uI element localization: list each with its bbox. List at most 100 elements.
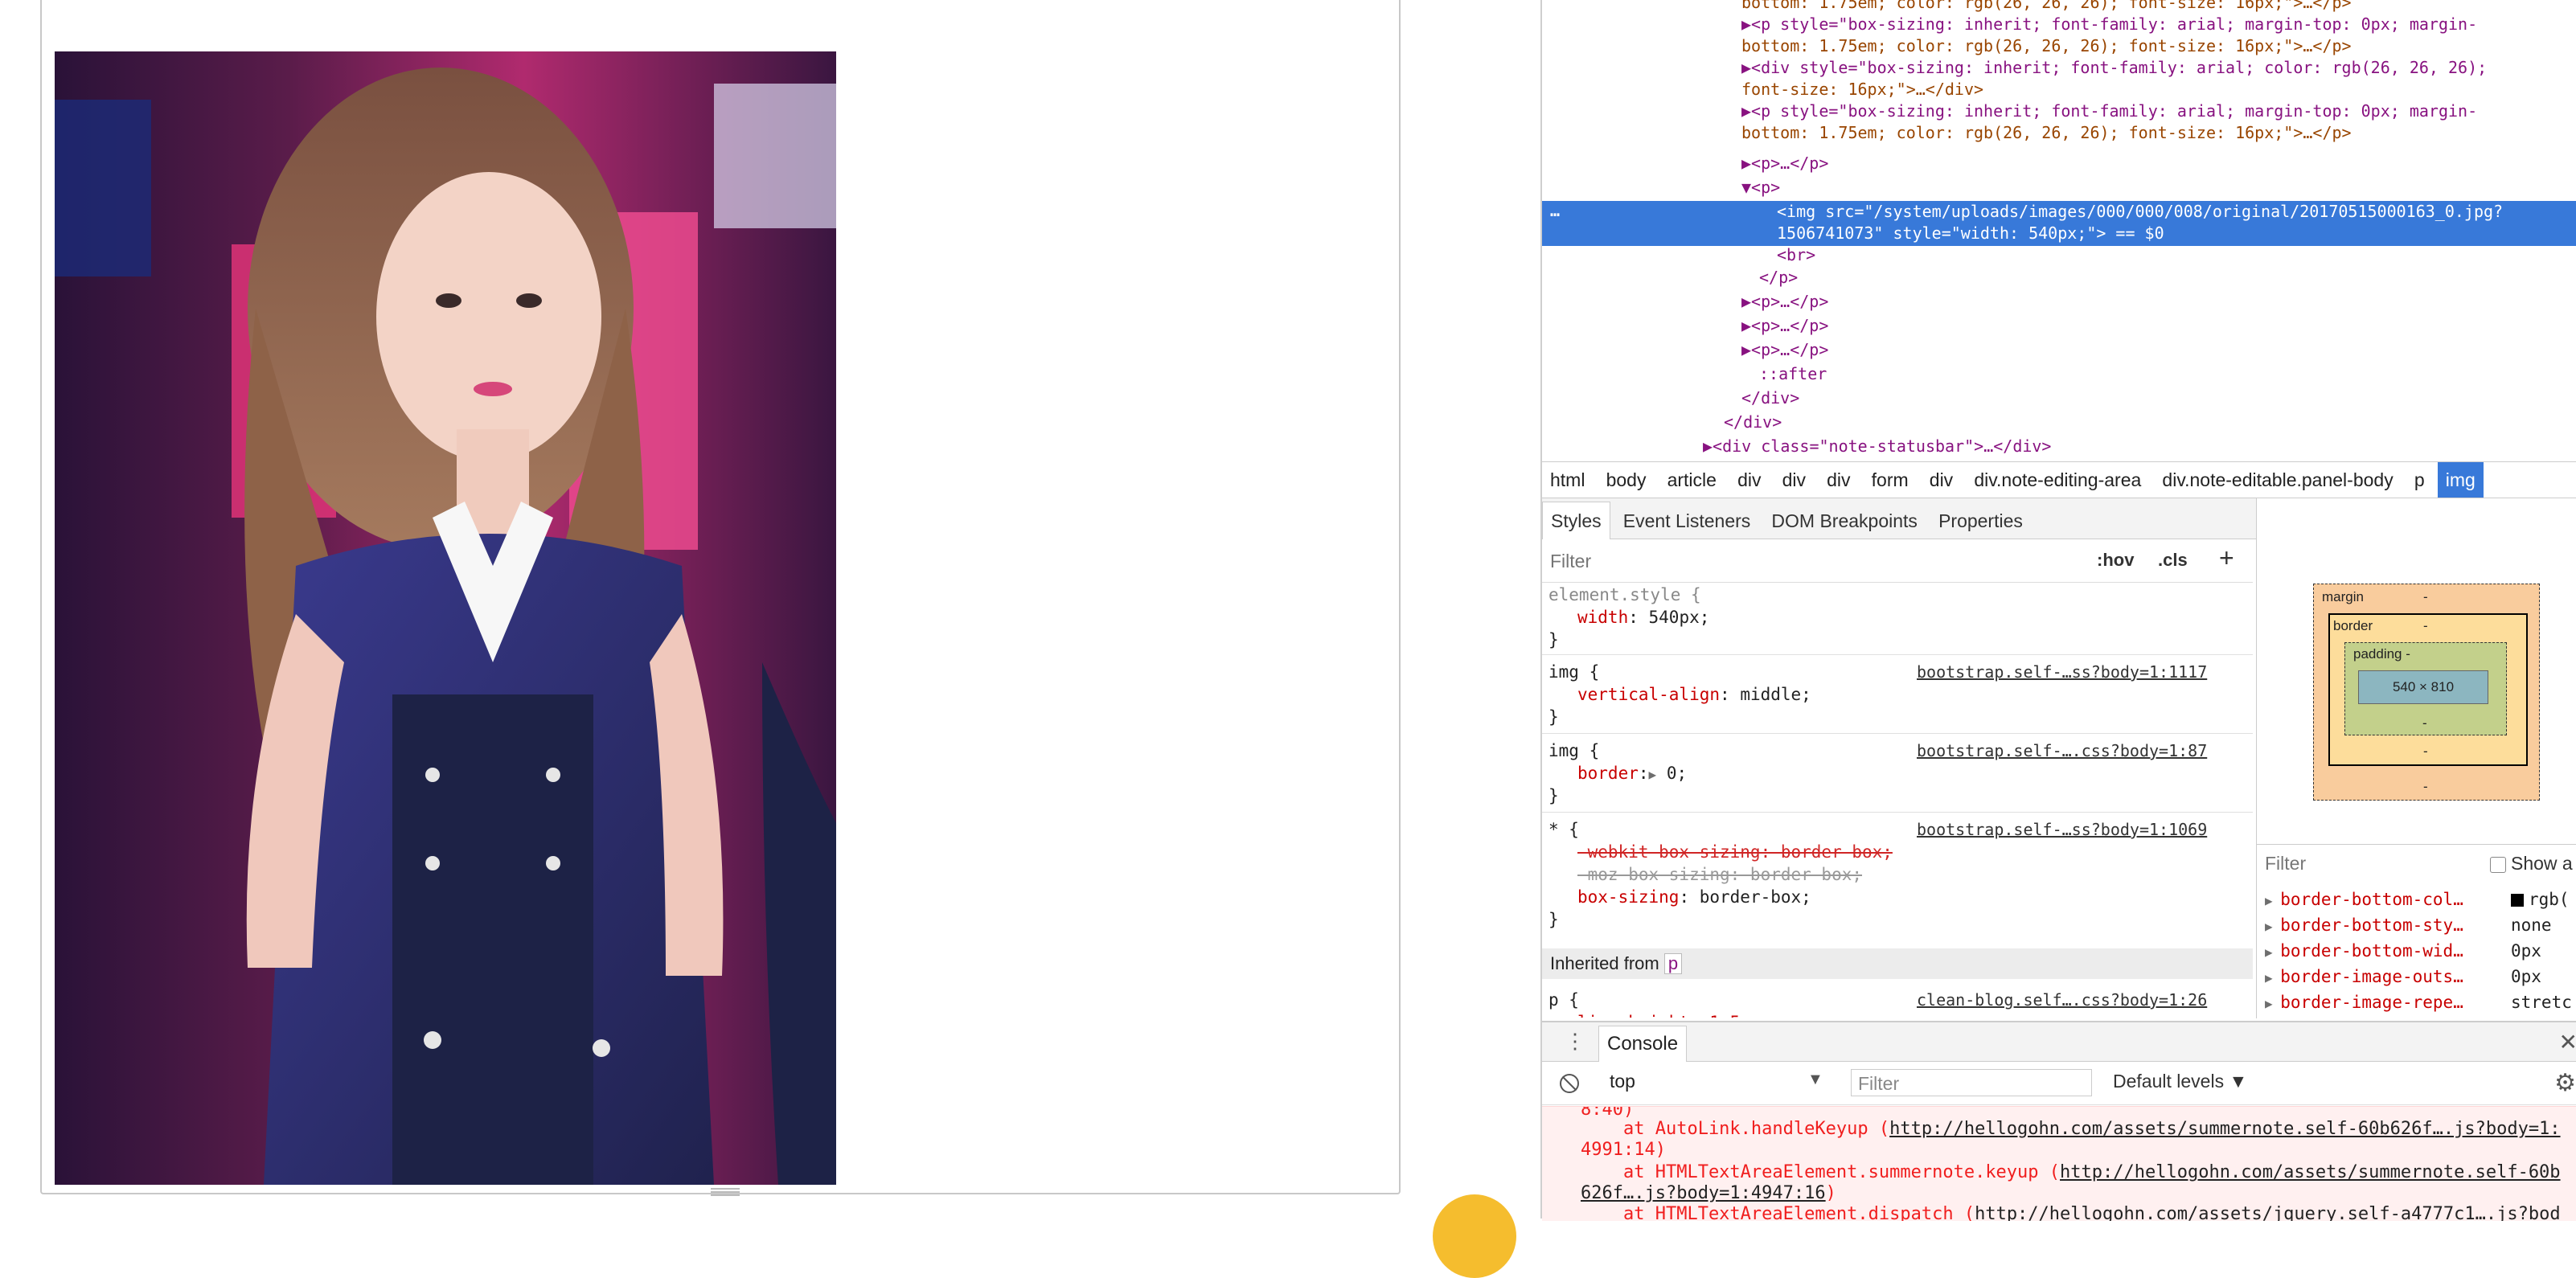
dom-node-line[interactable]: bottom: 1.75em; color: rgb(26, 26, 26); … xyxy=(1741,35,2352,57)
gear-icon[interactable]: ⚙ xyxy=(2554,1069,2576,1097)
box-model-margin[interactable]: margin - - border - - padding - - 540 × … xyxy=(2313,584,2540,801)
inherited-element-link[interactable]: p xyxy=(1663,953,1683,974)
breadcrumb-item[interactable]: div xyxy=(1922,462,1961,498)
dom-node-line[interactable]: ▶<p>…</p> xyxy=(1741,153,1828,174)
tab-console[interactable]: Console xyxy=(1598,1026,1688,1062)
dom-node-selected-img-cont[interactable]: 1506741073" style="width: 540px;"> == $0 xyxy=(1777,223,2164,244)
clear-console-icon[interactable] xyxy=(1560,1074,1579,1093)
close-icon[interactable]: ✕ xyxy=(2559,1029,2576,1055)
class-toggle[interactable]: .cls xyxy=(2158,550,2188,571)
floating-action-badge[interactable] xyxy=(1433,1194,1516,1278)
breadcrumb-item[interactable]: p xyxy=(2406,462,2433,498)
computed-property[interactable]: ▶ border-image-outs… 0px xyxy=(2265,967,2541,986)
dom-node-line[interactable]: ▶<p>…</p> xyxy=(1741,291,1828,313)
drawer-menu-icon[interactable]: ⋮ xyxy=(1565,1029,1585,1054)
rule-declaration[interactable]: box-sizing: border-box; xyxy=(1577,886,1811,908)
computed-property[interactable]: ▶ border-bottom-sty… none xyxy=(2265,915,2552,935)
computed-property[interactable]: ▶ border-bottom-wid… 0px xyxy=(2265,941,2541,961)
dom-node-selected-img[interactable]: <img src="/system/uploads/images/000/000… xyxy=(1777,201,2503,223)
tab-styles[interactable]: Styles xyxy=(1542,502,1610,539)
dom-node-line[interactable]: bottom: 1.75em; color: rgb(26, 26, 26); … xyxy=(1741,122,2352,144)
box-model-padding[interactable]: padding - - 540 × 810 xyxy=(2344,642,2507,735)
console-error-line: 4991:14) xyxy=(1581,1140,1666,1160)
breadcrumb-item[interactable]: div xyxy=(1774,462,1814,498)
dom-node-line[interactable]: </div> xyxy=(1724,412,1782,433)
hover-state-toggle[interactable]: :hov xyxy=(2097,550,2134,571)
rule-declaration[interactable]: line-height: 1.5; xyxy=(1577,1011,1750,1018)
rule-selector[interactable]: img { xyxy=(1548,661,1599,683)
editor-resize-grip[interactable] xyxy=(711,1186,740,1196)
rule-selector[interactable]: p { xyxy=(1548,989,1579,1011)
node-actions-ellipsis[interactable]: … xyxy=(1550,201,1560,220)
rule-declaration[interactable]: width: 540px; xyxy=(1577,606,1709,629)
box-model-content[interactable]: 540 × 810 xyxy=(2358,670,2488,704)
breadcrumb-item[interactable]: div.note-editable.panel-body xyxy=(2154,462,2401,498)
console-toolbar: top ▼ Filter Default levels ▼ ⚙ xyxy=(1542,1063,2576,1105)
computed-property[interactable]: ▶ border-bottom-col… rgb( xyxy=(2265,890,2570,909)
breadcrumb-item[interactable]: div xyxy=(1819,462,1858,498)
console-drawer: ⋮ Console ✕ top ▼ Filter Default levels … xyxy=(1542,1021,2576,1221)
rule-declaration-invalid[interactable]: -moz-box-sizing: border-box; xyxy=(1577,863,1862,886)
computed-filter-input[interactable]: Filter xyxy=(2265,853,2306,875)
elements-dom-tree[interactable]: … bottom: 1.75em; color: rgb(26, 26, 26)… xyxy=(1542,0,2576,460)
breadcrumb-item[interactable]: form xyxy=(1864,462,1917,498)
dom-node-line[interactable]: ▶<div class="note-statusbar">…</div> xyxy=(1703,436,2051,457)
embedded-photo[interactable] xyxy=(55,51,836,1185)
tab-event-listeners[interactable]: Event Listeners xyxy=(1615,501,1759,541)
checkbox-icon[interactable] xyxy=(2490,856,2506,873)
rule-selector[interactable]: * { xyxy=(1548,818,1579,841)
dom-node-line[interactable]: ▼<p> xyxy=(1741,177,1780,199)
new-style-rule-button[interactable]: + xyxy=(2219,543,2234,573)
dom-node-line[interactable]: font-size: 16px;">…</div> xyxy=(1741,79,1983,100)
dom-node-line[interactable]: </div> xyxy=(1741,387,1799,409)
rule-declaration[interactable]: border:▶ 0; xyxy=(1577,762,1687,786)
dom-node-line[interactable]: bottom: 1.75em; color: rgb(26, 26, 26); … xyxy=(1741,0,2352,14)
rule-declaration[interactable]: vertical-align: middle; xyxy=(1577,683,1811,706)
rule-declaration-overridden[interactable]: -webkit-box-sizing: border-box; xyxy=(1577,841,1893,863)
dom-node-line[interactable]: ▶<p>…</p> xyxy=(1741,339,1828,361)
dom-node-pseudo[interactable]: ::after xyxy=(1759,363,1827,385)
stack-link[interactable]: http://hellogohn.com/assets/summernote.s… xyxy=(1889,1119,2560,1139)
context-selector[interactable]: top xyxy=(1610,1071,1754,1096)
log-levels-dropdown[interactable]: Default levels ▼ xyxy=(2113,1071,2247,1092)
dom-node-line[interactable]: ▶<p>…</p> xyxy=(1741,315,1828,337)
inherited-from-header: Inherited from p xyxy=(1542,948,2253,979)
breadcrumb-item[interactable]: div xyxy=(1729,462,1769,498)
breadcrumb-item[interactable]: html xyxy=(1542,462,1593,498)
sidebar-tabs: Styles Event Listeners DOM Breakpoints P… xyxy=(1542,498,2256,539)
chevron-down-icon[interactable]: ▼ xyxy=(1807,1071,1823,1089)
breadcrumb-item[interactable]: body xyxy=(1598,462,1655,498)
dom-node-line[interactable]: ▶<p style="box-sizing: inherit; font-fam… xyxy=(1741,100,2477,122)
styles-filter-bar: :hov .cls + xyxy=(1542,540,2253,583)
rule-selector[interactable]: img { xyxy=(1548,739,1599,762)
stack-link[interactable]: 626f….js?body=1:4947:16 xyxy=(1581,1183,1826,1203)
tab-dom-breakpoints[interactable]: DOM Breakpoints xyxy=(1763,501,1926,541)
rule-source-link[interactable]: clean-blog.self….css?body=1:26 xyxy=(1917,989,2207,1011)
box-model-border[interactable]: border - - padding - - 540 × 810 xyxy=(2328,613,2528,766)
breadcrumb-item-active[interactable]: img xyxy=(2437,462,2484,498)
rule-close: } xyxy=(1548,786,1559,805)
breadcrumb-item[interactable]: div.note-editing-area xyxy=(1966,462,2149,498)
rule-source-link[interactable]: bootstrap.self-…ss?body=1:1069 xyxy=(1917,818,2207,841)
rule-source-link[interactable]: bootstrap.self-….css?body=1:87 xyxy=(1917,739,2207,762)
dom-node-line[interactable]: ▶<div style="box-sizing: inherit; font-f… xyxy=(1741,57,2487,79)
computed-property[interactable]: ▶ border-image-repe… stretc xyxy=(2265,993,2572,1012)
show-all-checkbox[interactable]: Show a xyxy=(2490,853,2573,875)
tab-properties[interactable]: Properties xyxy=(1930,501,2031,541)
dom-node-line[interactable]: </p> xyxy=(1759,267,1798,289)
rule-selector[interactable]: element.style { xyxy=(1548,584,1701,606)
web-page xyxy=(0,0,1540,1278)
devtools-panel: … bottom: 1.75em; color: rgb(26, 26, 26)… xyxy=(1540,0,2576,1221)
dom-node-line[interactable]: <br> xyxy=(1777,244,1815,266)
rule-source-link[interactable]: bootstrap.self-…ss?body=1:1117 xyxy=(1917,661,2207,683)
console-error-line: at HTMLTextAreaElement.summernote.keyup … xyxy=(1581,1162,2561,1182)
breadcrumb-item[interactable]: article xyxy=(1659,462,1725,498)
console-filter-input[interactable]: Filter xyxy=(1851,1069,2092,1096)
dom-node-line[interactable]: ▶<p style="box-sizing: inherit; font-fam… xyxy=(1741,14,2477,35)
color-swatch-icon[interactable] xyxy=(2511,894,2524,907)
photo-image xyxy=(55,51,836,1185)
styles-filter-input[interactable] xyxy=(1548,547,2034,576)
rule-close: } xyxy=(1548,707,1559,727)
box-model-pane: margin - - border - - padding - - 540 × … xyxy=(2256,498,2576,844)
stack-link[interactable]: http://hellogohn.com/assets/summernote.s… xyxy=(2060,1162,2561,1182)
